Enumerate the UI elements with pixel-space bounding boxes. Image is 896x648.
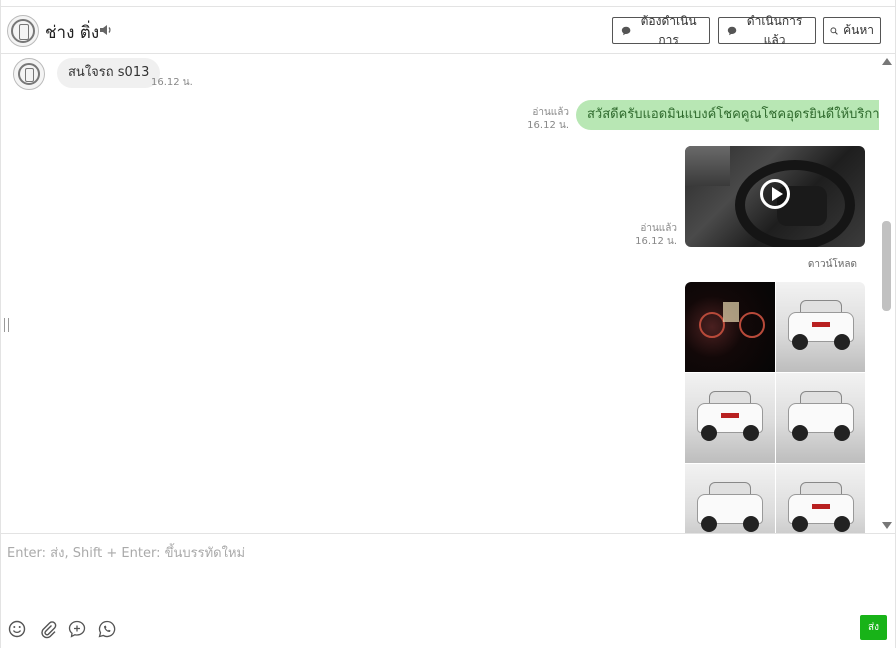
chat-bubble-icon	[621, 26, 631, 35]
speaker-icon[interactable]	[99, 23, 113, 37]
photo-thumbnail[interactable]	[776, 373, 865, 463]
photo-thumbnail[interactable]	[776, 282, 865, 372]
message-time: 16.12 น.	[527, 120, 569, 131]
incoming-message: สนใจรถ s013	[57, 58, 161, 88]
resize-handle[interactable]	[4, 318, 9, 332]
search-button[interactable]: ค้นหา	[823, 17, 881, 44]
image-gallery	[685, 282, 865, 533]
scrollbar[interactable]	[879, 55, 895, 533]
message-time: 16.12 น.	[151, 77, 193, 88]
outgoing-message: สวัสดีครับแอดมินแบงค์โชคคูณโชคอุดรยินดีใ…	[576, 100, 879, 130]
play-icon[interactable]	[760, 179, 790, 209]
chat-header: ช่าง ติ่ง ต้องดำเนินการ ดำเนินการแล้ว ค้…	[1, 6, 895, 54]
done-label: ดำเนินการแล้ว	[746, 13, 803, 47]
read-status: อ่านแล้ว	[640, 223, 677, 234]
scroll-down-arrow[interactable]	[882, 522, 892, 529]
contact-name: ช่าง ติ่ง	[45, 23, 100, 43]
message-meta: อ่านแล้ว 16.12 น.	[509, 106, 569, 132]
chat-bubble-icon	[727, 26, 737, 35]
photo-thumbnail[interactable]	[685, 282, 775, 372]
paperclip-icon[interactable]	[38, 619, 58, 639]
read-status: อ่านแล้ว	[532, 107, 569, 118]
scroll-up-arrow[interactable]	[882, 58, 892, 65]
done-button[interactable]: ดำเนินการแล้ว	[718, 14, 816, 47]
avatar[interactable]	[13, 58, 45, 90]
sticker-icon[interactable]	[67, 619, 87, 639]
photo-thumbnail[interactable]	[776, 464, 865, 533]
reply-icon[interactable]	[97, 619, 117, 639]
todo-button[interactable]: ต้องดำเนินการ	[612, 14, 710, 47]
download-link[interactable]: ดาวน์โหลด	[801, 257, 857, 272]
message-list: สนใจรถ s013 16.12 น. อ่านแล้ว 16.12 น. ส…	[1, 55, 879, 533]
avatar[interactable]	[7, 15, 39, 47]
composer: ส่ง	[1, 533, 895, 648]
message-input[interactable]	[1, 538, 881, 598]
todo-label: ต้องดำเนินการ	[640, 13, 697, 47]
message-meta: อ่านแล้ว 16.12 น.	[617, 222, 677, 248]
emoji-icon[interactable]	[7, 619, 27, 639]
photo-thumbnail[interactable]	[685, 464, 775, 533]
search-icon	[830, 26, 838, 35]
photo-thumbnail[interactable]	[685, 373, 775, 463]
message-time: 16.12 น.	[635, 236, 677, 247]
send-button[interactable]: ส่ง	[860, 615, 887, 640]
scroll-thumb[interactable]	[882, 221, 891, 311]
chat-window: ช่าง ติ่ง ต้องดำเนินการ ดำเนินการแล้ว ค้…	[0, 0, 896, 648]
video-message[interactable]	[685, 146, 865, 247]
search-label: ค้นหา	[843, 23, 874, 37]
